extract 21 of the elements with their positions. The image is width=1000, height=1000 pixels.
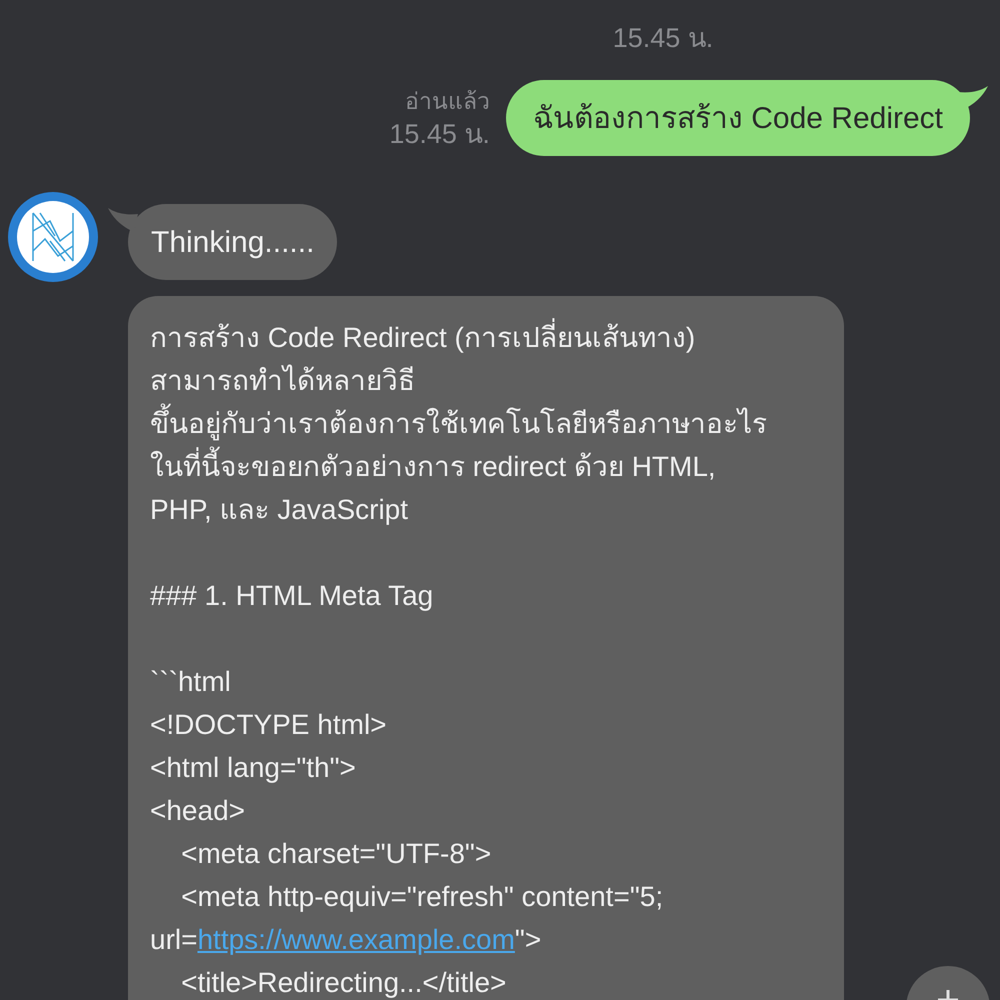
message-time: 15.45 น. <box>612 22 714 55</box>
message-line: <html lang="th"> <box>150 751 357 785</box>
message-line: url=https://www.example.com"> <box>150 923 542 957</box>
bubble-tail-icon <box>108 208 138 232</box>
message-line: ### 1. HTML Meta Tag <box>150 579 434 613</box>
message-line: <meta http-equiv="refresh" content="5; <box>180 880 664 914</box>
message-line: <title>Redirecting...</title> <box>180 966 508 1000</box>
network-letter-icon <box>30 211 76 263</box>
message-line: ในที่นี้จะขอยกตัวอย่างการ redirect ด้วย HTML, <box>150 445 832 488</box>
message-line: PHP, และ JavaScript <box>150 493 410 527</box>
message-line: สามารถทำได้หลายวิธี <box>150 364 416 398</box>
message-line: ```html <box>150 665 232 699</box>
url-link[interactable]: https://www.example.com <box>197 924 515 955</box>
bubble-tail-icon <box>958 86 988 110</box>
message-time: 15.45 น. <box>389 118 490 151</box>
read-status: อ่านแล้ว <box>404 87 490 116</box>
message-line: <!DOCTYPE html> <box>150 708 388 742</box>
message-line: <head> <box>150 794 246 828</box>
message-line: <meta charset="UTF-8"> <box>180 837 492 871</box>
message-line: การสร้าง Code Redirect (การเปลี่ยนเส้นทาง) <box>150 316 832 359</box>
message-line: ขึ้นอยู่กับว่าเราต้องการใช้เทคโนโลยีหรือภาษาอะไร <box>150 402 832 445</box>
